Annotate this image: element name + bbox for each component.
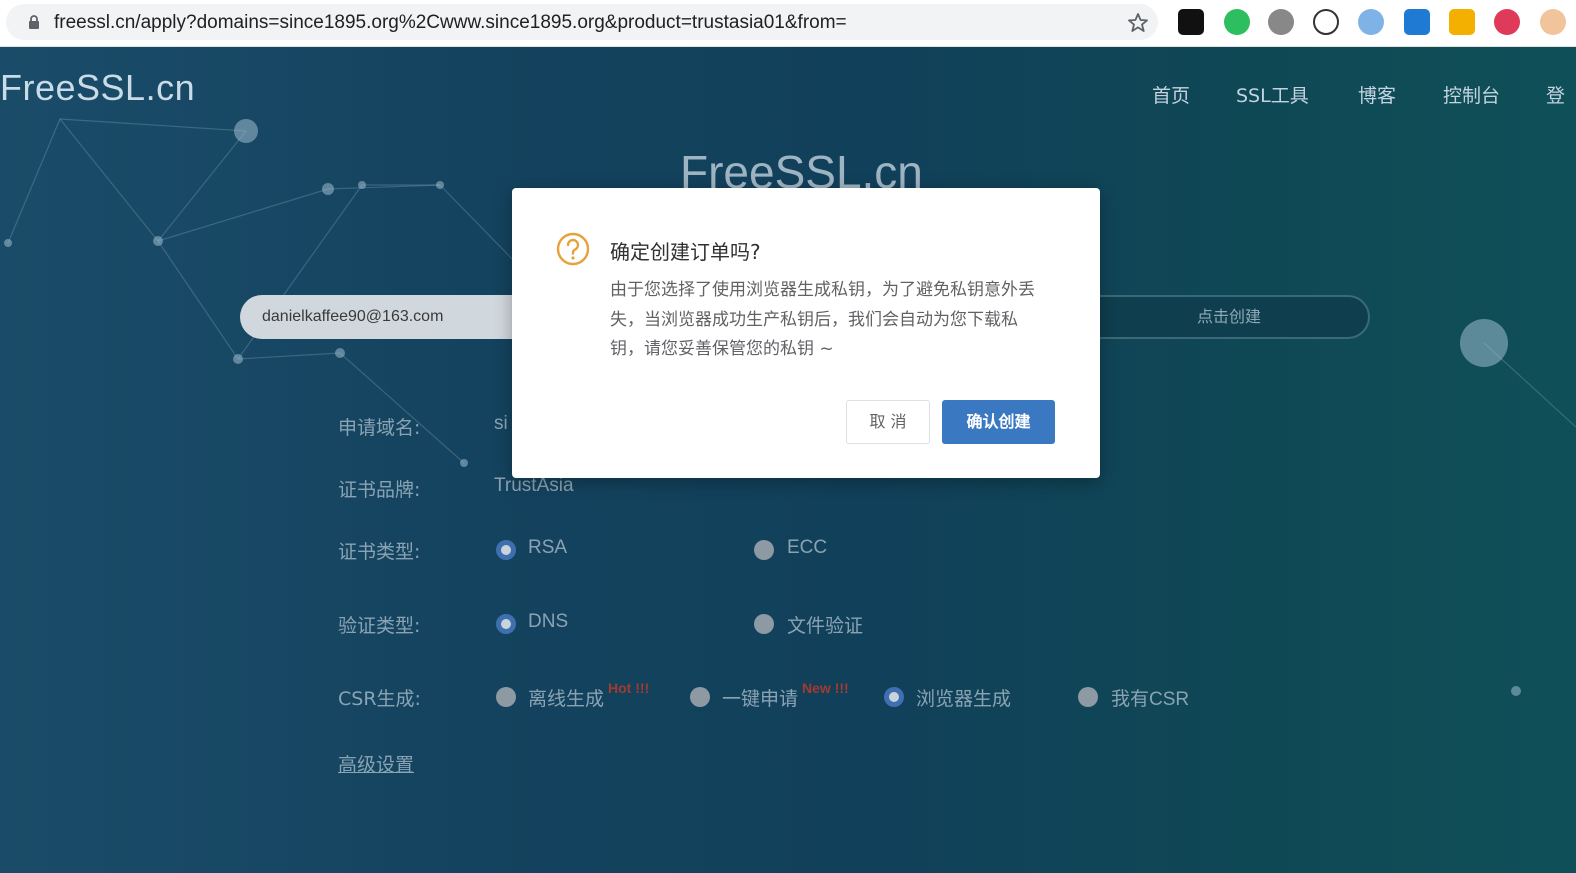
nav-login[interactable]: 登: [1546, 81, 1565, 108]
url-text[interactable]: freessl.cn/apply?domains=since1895.org%2…: [54, 12, 847, 34]
radio-offline-generate[interactable]: [496, 687, 516, 707]
radio-browser-generate-label[interactable]: 浏览器生成: [916, 684, 1011, 711]
question-icon: [556, 232, 590, 266]
lock-icon[interactable]: [26, 14, 42, 30]
site-logo[interactable]: FreeSSL.cn: [0, 67, 195, 109]
radio-rsa-label[interactable]: RSA: [528, 537, 567, 559]
sphere-icon[interactable]: [1358, 9, 1384, 35]
hot-tag: Hot !!!: [608, 680, 650, 696]
evernote-icon[interactable]: [1224, 9, 1250, 35]
radio-ecc-label[interactable]: ECC: [787, 537, 827, 559]
nav-blog[interactable]: 博客: [1358, 81, 1396, 108]
radio-one-click-label[interactable]: 一键申请: [722, 684, 798, 711]
csr-label: CSR生成:: [338, 688, 421, 710]
brand-value: TrustAsia: [494, 475, 574, 496]
nav-ssl-tools[interactable]: SSL工具: [1236, 81, 1309, 108]
confirm-dialog: 确定创建订单吗? 由于您选择了使用浏览器生成私钥，为了避免私钥意外丢失，当浏览器…: [512, 188, 1100, 478]
domain-label: 申请域名:: [338, 417, 421, 439]
brand-label: 证书品牌:: [338, 479, 421, 501]
info-circle-icon[interactable]: [1313, 9, 1339, 35]
radio-one-click[interactable]: [690, 687, 710, 707]
dialog-message: 由于您选择了使用浏览器生成私钥，为了避免私钥意外丢失，当浏览器成功生产私钥后，我…: [610, 280, 1035, 359]
avatar-icon[interactable]: [1540, 9, 1566, 35]
advanced-settings-link[interactable]: 高级设置: [338, 750, 414, 777]
shield-icon[interactable]: [1449, 9, 1475, 35]
create-button[interactable]: 点击创建: [1090, 295, 1370, 339]
browser-toolbar: freessl.cn/apply?domains=since1895.org%2…: [0, 0, 1576, 47]
address-bar[interactable]: freessl.cn/apply?domains=since1895.org%2…: [6, 4, 1158, 40]
radio-browser-generate[interactable]: [884, 687, 904, 707]
new-tag: New !!!: [802, 680, 849, 696]
email-input[interactable]: danielkaffee90@163.com: [240, 295, 540, 339]
dialog-title: 确定创建订单吗?: [610, 240, 761, 264]
globe-mask-icon[interactable]: [1268, 9, 1294, 35]
bookmark-star-icon[interactable]: [1126, 11, 1150, 35]
radio-dns-label[interactable]: DNS: [528, 611, 568, 633]
radio-ecc[interactable]: [754, 540, 774, 560]
nav-home[interactable]: 首页: [1152, 81, 1190, 108]
radio-dns[interactable]: [496, 614, 516, 634]
radio-file-verify-label[interactable]: 文件验证: [787, 611, 863, 638]
cancel-button[interactable]: 取 消: [846, 400, 930, 444]
ghost-extension-icon[interactable]: [1178, 9, 1204, 35]
verify-type-label: 验证类型:: [338, 615, 421, 637]
radio-have-csr-label[interactable]: 我有CSR: [1111, 684, 1189, 711]
confirm-create-button[interactable]: 确认创建: [942, 400, 1055, 444]
cert-type-label: 证书类型:: [338, 541, 421, 563]
radio-have-csr[interactable]: [1078, 687, 1098, 707]
paper-plane-icon[interactable]: [1404, 9, 1430, 35]
radio-file-verify[interactable]: [754, 614, 774, 634]
color-wheel-icon[interactable]: [1494, 9, 1520, 35]
domain-value: si: [494, 413, 508, 434]
nav-console[interactable]: 控制台: [1443, 81, 1500, 108]
radio-offline-generate-label[interactable]: 离线生成: [528, 684, 604, 711]
radio-rsa[interactable]: [496, 540, 516, 560]
